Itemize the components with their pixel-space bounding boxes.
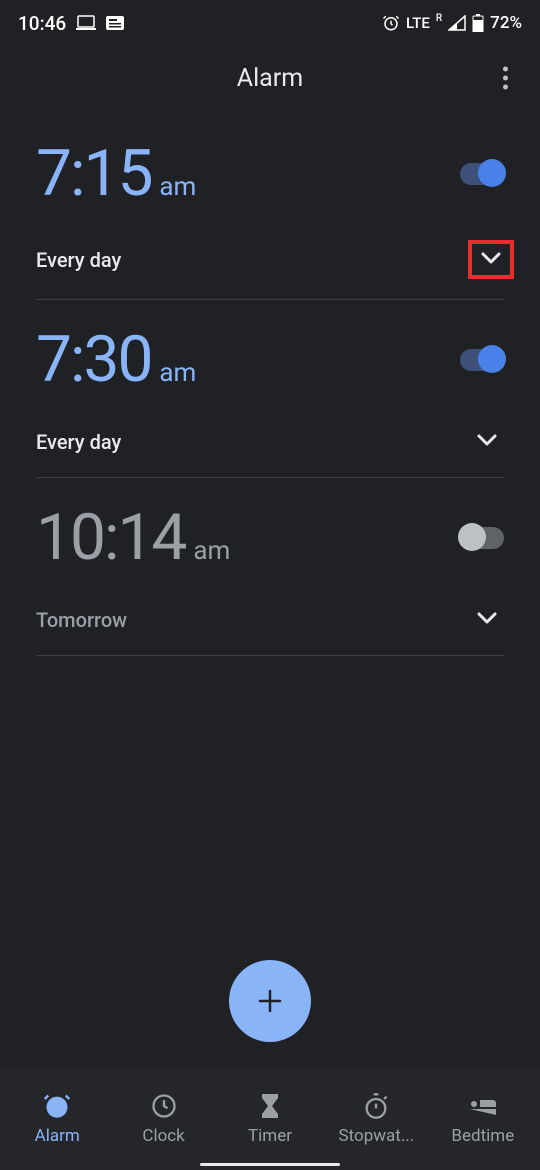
alarm-repeat-label: Every day — [36, 430, 121, 454]
alarm-row: 7:15 am Every day — [36, 114, 504, 300]
nav-bedtime[interactable]: Bedtime — [430, 1092, 536, 1146]
status-time: 10:46 — [18, 12, 66, 35]
signal-icon — [448, 15, 466, 31]
nav-alarm[interactable]: Alarm — [4, 1092, 110, 1146]
alarm-toggle[interactable] — [460, 163, 504, 185]
page-title: Alarm — [237, 64, 303, 93]
alarm-ampm: am — [159, 358, 196, 388]
alarm-repeat-label: Tomorrow — [36, 608, 127, 632]
expand-alarm-button[interactable] — [468, 240, 514, 279]
alarm-icon — [43, 1092, 71, 1120]
app-header: Alarm — [0, 42, 540, 114]
clock-icon — [150, 1092, 178, 1120]
alarm-row: 7:30 am Every day — [36, 300, 504, 478]
alarm-time-button[interactable]: 7:15 am — [36, 142, 196, 206]
alarm-status-icon — [382, 14, 400, 32]
news-icon — [106, 16, 124, 30]
chevron-down-icon — [480, 251, 502, 265]
alarm-time-button[interactable]: 7:30 am — [36, 328, 196, 392]
alarm-ampm: am — [159, 172, 196, 202]
hourglass-icon — [258, 1092, 282, 1120]
roaming-label: R — [436, 13, 442, 24]
nav-stopwatch[interactable]: Stopwat... — [323, 1092, 429, 1146]
alarm-time-value: 10:14 — [36, 506, 185, 570]
nav-label: Bedtime — [451, 1126, 514, 1146]
laptop-icon — [76, 15, 96, 31]
nav-label: Alarm — [35, 1126, 80, 1146]
expand-alarm-button[interactable] — [470, 426, 504, 457]
nav-label: Stopwat... — [339, 1126, 415, 1146]
expand-alarm-button[interactable] — [470, 604, 504, 635]
nav-label: Clock — [142, 1126, 184, 1146]
stopwatch-icon — [362, 1092, 390, 1120]
battery-percent: 72% — [490, 13, 522, 33]
alarm-time-value: 7:30 — [36, 328, 151, 392]
bed-icon — [468, 1092, 498, 1120]
home-indicator[interactable] — [200, 1163, 340, 1166]
alarm-repeat-label: Every day — [36, 248, 121, 272]
plus-icon — [254, 985, 286, 1017]
alarm-toggle[interactable] — [460, 349, 504, 371]
alarm-time-button[interactable]: 10:14 am — [36, 506, 230, 570]
network-label: LTE — [406, 14, 430, 32]
alarm-ampm: am — [193, 536, 230, 566]
add-alarm-button[interactable] — [229, 960, 311, 1042]
alarm-list: 7:15 am Every day 7:30 am Every day — [0, 114, 540, 656]
bottom-nav: Alarm Clock Timer Stopwat... Bedtime — [0, 1068, 540, 1170]
nav-label: Timer — [248, 1126, 292, 1146]
nav-clock[interactable]: Clock — [110, 1092, 216, 1146]
alarm-toggle[interactable] — [460, 527, 504, 549]
status-left: 10:46 — [18, 12, 124, 35]
chevron-down-icon — [476, 433, 498, 447]
alarm-row: 10:14 am Tomorrow — [36, 478, 504, 656]
chevron-down-icon — [476, 611, 498, 625]
nav-timer[interactable]: Timer — [217, 1092, 323, 1146]
alarm-time-value: 7:15 — [36, 142, 151, 206]
status-bar: 10:46 LTE R 72% — [0, 0, 540, 42]
battery-icon — [472, 14, 484, 32]
overflow-menu-button[interactable] — [495, 59, 516, 98]
status-right: LTE R 72% — [382, 13, 522, 33]
